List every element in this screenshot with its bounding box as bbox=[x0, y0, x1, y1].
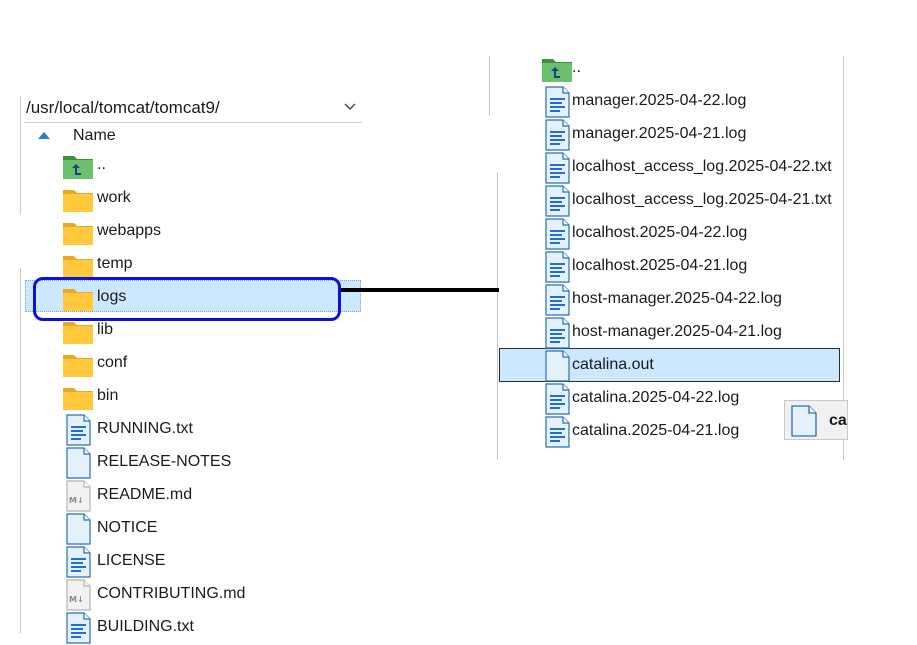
text-file-icon bbox=[66, 546, 91, 578]
drag-tooltip-label: ca bbox=[829, 412, 847, 429]
item-label: .. bbox=[572, 59, 581, 76]
text-file-icon bbox=[66, 414, 91, 446]
item-label: BUILDING.txt bbox=[97, 618, 194, 635]
item-label: conf bbox=[97, 354, 128, 371]
item-label: LICENSE bbox=[97, 552, 166, 569]
blank-file-icon bbox=[791, 405, 817, 437]
item-label: bin bbox=[97, 387, 119, 404]
item-label: work bbox=[97, 189, 131, 206]
folder-row[interactable]: webapps bbox=[62, 216, 362, 249]
connector-line bbox=[341, 288, 499, 292]
blank-file-icon bbox=[545, 350, 570, 382]
logs-highlight-ring bbox=[33, 277, 341, 321]
item-label: catalina.2025-04-21.log bbox=[572, 422, 740, 439]
file-row[interactable]: host-manager.2025-04-22.log bbox=[541, 284, 841, 317]
item-label: catalina.out bbox=[572, 356, 654, 373]
svg-text:M↓: M↓ bbox=[69, 496, 84, 505]
blank-file-icon bbox=[66, 513, 91, 545]
folder-icon bbox=[63, 355, 93, 377]
item-label: webapps bbox=[97, 222, 162, 239]
sort-ascending-icon bbox=[38, 132, 50, 139]
item-label: manager.2025-04-21.log bbox=[572, 125, 747, 142]
item-label: temp bbox=[97, 255, 133, 272]
text-file-icon bbox=[545, 284, 570, 316]
file-row[interactable]: localhost.2025-04-21.log bbox=[541, 251, 841, 284]
right-panel-scroll-edge bbox=[489, 56, 490, 116]
item-label: catalina.2025-04-22.log bbox=[572, 389, 740, 406]
column-label: Name bbox=[73, 127, 116, 144]
item-label: host-manager.2025-04-21.log bbox=[572, 323, 782, 340]
folder-row[interactable]: bin bbox=[62, 381, 362, 414]
item-label: localhost.2025-04-21.log bbox=[572, 257, 748, 274]
folder-row[interactable]: conf bbox=[62, 348, 362, 381]
item-label: NOTICE bbox=[97, 519, 158, 536]
parent-directory-row[interactable]: .. bbox=[62, 150, 362, 183]
item-label: lib bbox=[97, 321, 114, 338]
markdown-file-icon: M↓ bbox=[66, 480, 91, 512]
item-label: host-manager.2025-04-22.log bbox=[572, 290, 782, 307]
file-row[interactable]: LICENSE bbox=[62, 546, 362, 579]
parent-folder-icon bbox=[542, 59, 572, 82]
file-row[interactable]: localhost_access_log.2025-04-22.txt bbox=[541, 152, 841, 185]
blank-file-icon bbox=[66, 447, 91, 479]
folder-row[interactable]: work bbox=[62, 183, 362, 216]
chevron-down-icon[interactable] bbox=[342, 98, 358, 114]
file-row[interactable]: manager.2025-04-21.log bbox=[541, 119, 841, 152]
item-label: localhost.2025-04-22.log bbox=[572, 224, 748, 241]
item-label: RELEASE-NOTES bbox=[97, 453, 232, 470]
parent-directory-row[interactable]: .. bbox=[541, 53, 841, 86]
item-label: README.md bbox=[97, 486, 193, 503]
file-row[interactable]: RUNNING.txt bbox=[62, 414, 362, 447]
folder-icon bbox=[63, 190, 93, 212]
text-file-icon bbox=[545, 86, 570, 118]
text-file-icon bbox=[545, 119, 570, 151]
item-label: localhost_access_log.2025-04-22.txt bbox=[572, 158, 832, 175]
drag-tooltip: ca bbox=[784, 400, 848, 440]
text-file-icon bbox=[545, 152, 570, 184]
file-row[interactable]: catalina.out bbox=[541, 350, 841, 383]
item-label: CONTRIBUTING.md bbox=[97, 585, 246, 602]
text-file-icon bbox=[545, 383, 570, 415]
file-row[interactable]: M↓ README.md bbox=[62, 480, 362, 513]
item-label: localhost_access_log.2025-04-21.txt bbox=[572, 191, 832, 208]
svg-text:M↓: M↓ bbox=[69, 595, 84, 604]
text-file-icon bbox=[545, 416, 570, 448]
path-bar[interactable]: /usr/local/tomcat/tomcat9/ bbox=[24, 94, 362, 123]
text-file-icon bbox=[545, 251, 570, 283]
item-label: RUNNING.txt bbox=[97, 420, 193, 437]
file-row[interactable]: M↓ CONTRIBUTING.md bbox=[62, 579, 362, 612]
text-file-icon bbox=[66, 612, 91, 644]
file-row[interactable]: NOTICE bbox=[62, 513, 362, 546]
file-row[interactable]: RELEASE-NOTES bbox=[62, 447, 362, 480]
folder-icon bbox=[63, 388, 93, 410]
text-file-icon bbox=[545, 185, 570, 217]
text-file-icon bbox=[545, 218, 570, 250]
markdown-file-icon: M↓ bbox=[66, 579, 91, 611]
text-file-icon bbox=[545, 317, 570, 349]
file-row[interactable]: BUILDING.txt bbox=[62, 612, 362, 645]
folder-icon bbox=[63, 223, 93, 245]
left-panel-divider-top bbox=[20, 96, 21, 214]
file-row[interactable]: host-manager.2025-04-21.log bbox=[541, 317, 841, 350]
name-column-header[interactable]: Name bbox=[24, 122, 362, 150]
file-row[interactable]: manager.2025-04-22.log bbox=[541, 86, 841, 119]
path-text: /usr/local/tomcat/tomcat9/ bbox=[26, 98, 220, 117]
right-panel-divider bbox=[497, 172, 498, 460]
item-label: .. bbox=[97, 156, 106, 173]
file-row[interactable]: localhost.2025-04-22.log bbox=[541, 218, 841, 251]
parent-folder-icon bbox=[63, 156, 93, 179]
file-row[interactable]: localhost_access_log.2025-04-21.txt bbox=[541, 185, 841, 218]
item-label: manager.2025-04-22.log bbox=[572, 92, 747, 109]
left-panel-divider-bottom bbox=[20, 268, 21, 633]
